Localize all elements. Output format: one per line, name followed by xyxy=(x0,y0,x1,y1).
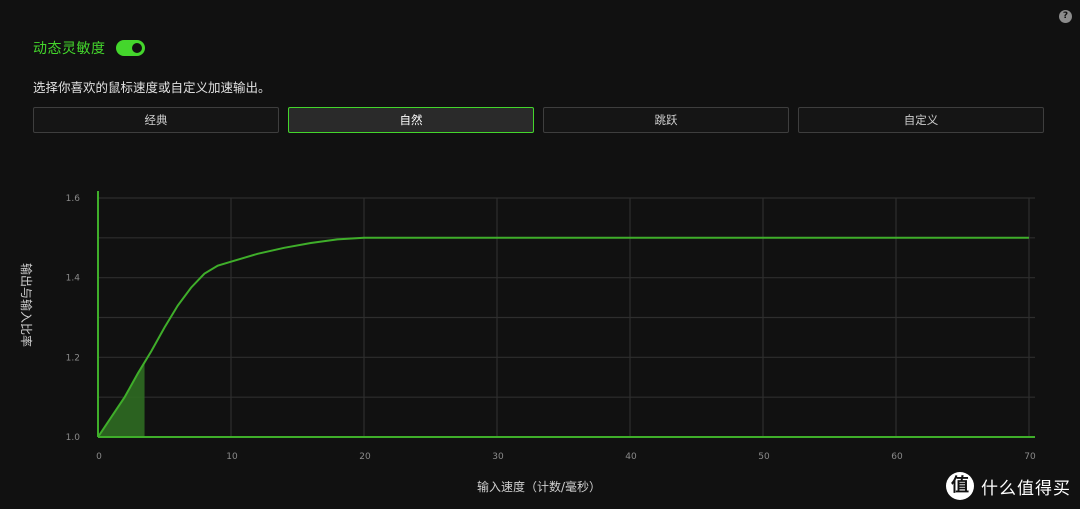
acceleration-curve-chart[interactable]: 0 10 20 30 40 50 60 701.01.21.41.6 输入速度（计数/毫秒） … xyxy=(0,150,1080,500)
x-tick-label-50: 50 xyxy=(758,452,770,462)
x-tick-label-30: 30 xyxy=(492,452,504,462)
chart-series xyxy=(97,236,1029,438)
x-tick-label-60: 60 xyxy=(891,452,903,462)
preset-custom-button[interactable]: 自定义 xyxy=(798,107,1044,133)
chart-tick-labels: 0 10 20 30 40 50 60 70 1.0 1.2 1.4 1.6 xyxy=(66,194,1036,462)
x-tick-label-20: 20 xyxy=(359,452,371,462)
dynamic-sensitivity-title: 动态灵敏度 xyxy=(33,41,106,57)
chart-axes xyxy=(97,191,1035,438)
watermark-text: 什么值得买 xyxy=(981,478,1071,499)
y-tick-label-1.2: 1.2 xyxy=(66,353,80,363)
y-axis-title: 输出与输入比率 xyxy=(19,263,34,347)
y-tick-label-1.0: 1.0 xyxy=(66,433,81,443)
help-icon[interactable]: ? xyxy=(1059,10,1072,23)
preset-jump-button[interactable]: 跳跃 xyxy=(543,107,789,133)
y-tick-label-1.6: 1.6 xyxy=(66,194,81,204)
acceleration-curve-line xyxy=(97,236,1029,438)
x-axis-title: 输入速度（计数/毫秒） xyxy=(477,479,601,494)
x-tick-label-0: 0 xyxy=(96,452,102,462)
preset-button-row: 经典 自然 跳跃 自定义 xyxy=(33,107,1045,133)
x-tick-label-10: 10 xyxy=(226,452,238,462)
x-tick-label-70: 70 xyxy=(1024,452,1036,462)
y-tick-label-1.4: 1.4 xyxy=(66,274,81,284)
x-tick-label-40: 40 xyxy=(625,452,637,462)
chart-grid xyxy=(98,197,1035,437)
description-text: 选择你喜欢的鼠标速度或自定义加速输出。 xyxy=(33,80,271,95)
toggle-knob xyxy=(132,43,142,53)
preset-classic-button[interactable]: 经典 xyxy=(33,107,279,133)
watermark: 值 什么值得买 xyxy=(946,472,1071,500)
preset-natural-button[interactable]: 自然 xyxy=(288,107,534,133)
watermark-logo-icon: 值 xyxy=(946,472,974,500)
dynamic-sensitivity-toggle[interactable] xyxy=(116,40,145,56)
